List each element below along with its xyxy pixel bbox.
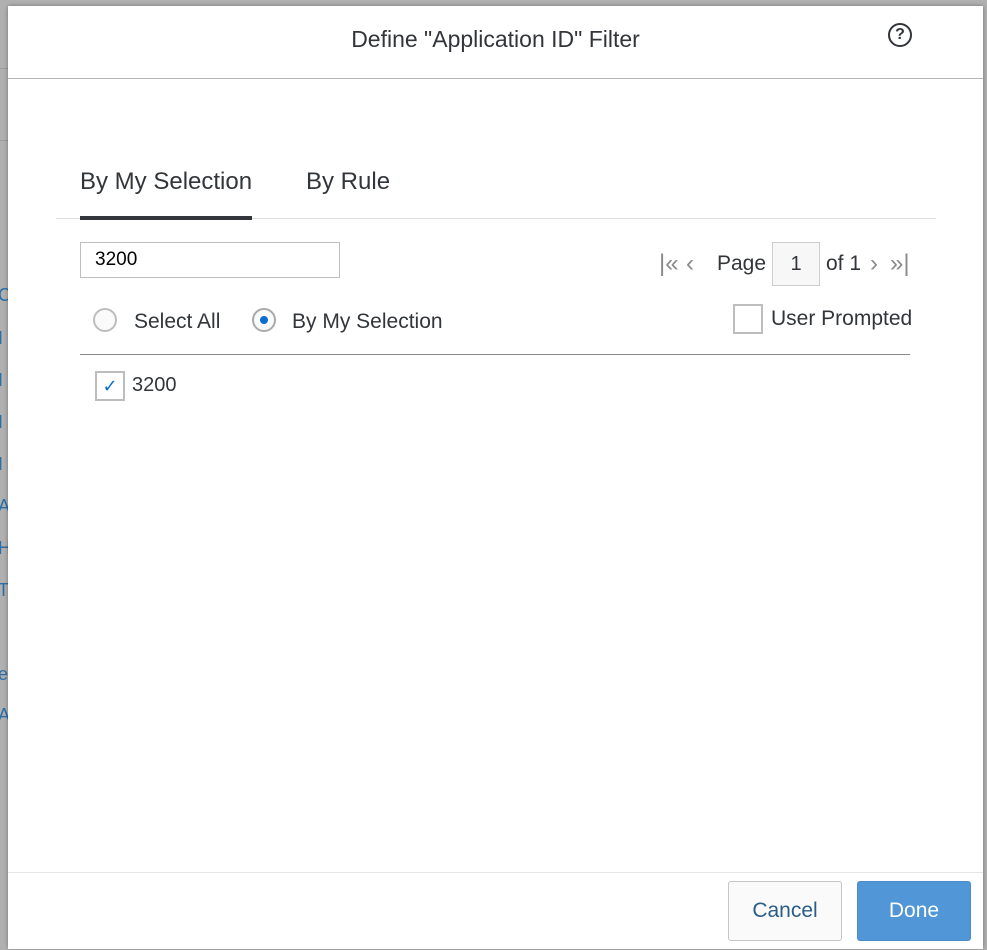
- background-link: A: [0, 496, 8, 516]
- value-label-3200: 3200: [132, 374, 177, 396]
- previous-page-icon[interactable]: ‹: [686, 252, 694, 276]
- help-icon[interactable]: ?: [888, 23, 912, 47]
- checkmark-icon: ✓: [102, 376, 118, 396]
- user-prompted-label: User Prompted: [771, 307, 913, 330]
- background-link: H: [0, 538, 8, 558]
- last-page-icon[interactable]: »|: [890, 252, 910, 276]
- next-page-icon[interactable]: ›: [870, 252, 878, 276]
- dialog-title: Define "Application ID" Filter: [351, 26, 640, 52]
- background-link: A: [0, 705, 8, 725]
- background-link: e: [0, 664, 8, 684]
- dialog-header: Define "Application ID" Filter ?: [8, 6, 983, 79]
- select-all-label: Select All: [134, 310, 221, 333]
- list-divider: [80, 354, 910, 355]
- tab-by-rule[interactable]: By Rule: [306, 168, 390, 216]
- tab-by-my-selection[interactable]: By My Selection: [80, 168, 253, 220]
- first-page-icon[interactable]: |«: [659, 252, 679, 276]
- background-link: C: [0, 285, 8, 305]
- background-link: I: [0, 370, 4, 390]
- by-my-selection-label: By My Selection: [292, 310, 443, 333]
- background-link: I: [0, 454, 4, 474]
- cancel-button[interactable]: Cancel: [728, 881, 842, 941]
- background-link: T: [0, 580, 8, 600]
- background-link: I: [0, 412, 4, 432]
- page-count-label: of 1: [826, 252, 862, 275]
- value-checkbox-3200[interactable]: ✓: [95, 371, 125, 401]
- page-number-input[interactable]: [772, 242, 820, 286]
- user-prompted-checkbox[interactable]: [733, 304, 763, 334]
- search-input[interactable]: [80, 242, 340, 278]
- dialog-footer: Cancel Done: [8, 872, 983, 949]
- select-all-radio[interactable]: [93, 308, 117, 332]
- page-label: Page: [717, 252, 767, 275]
- filter-dialog: Define "Application ID" Filter ? By My S…: [8, 6, 983, 949]
- by-my-selection-radio[interactable]: [252, 308, 276, 332]
- background-link: I: [0, 328, 4, 348]
- tab-bar: By My Selection By Rule: [56, 156, 936, 220]
- done-button[interactable]: Done: [857, 881, 971, 941]
